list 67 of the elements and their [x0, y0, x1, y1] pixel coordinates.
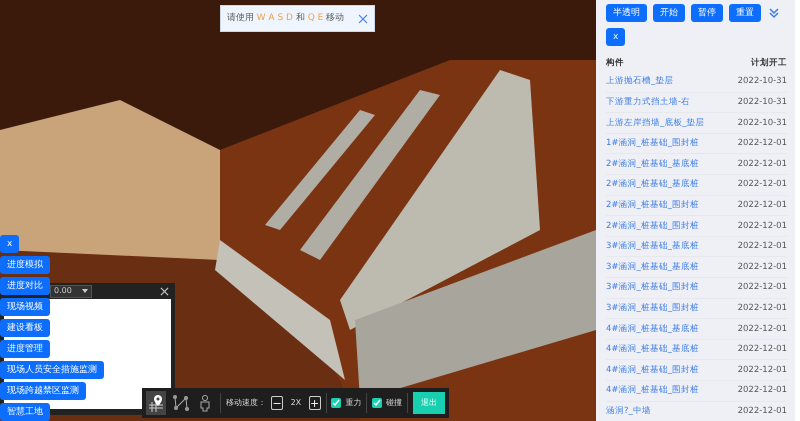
checkbox-label: 重力 — [345, 397, 362, 409]
date-cell: 2022-12-01 — [738, 364, 787, 376]
tool-button[interactable] — [146, 391, 166, 415]
date-cell: 2022-12-01 — [738, 322, 787, 336]
date-cell: 2022-10-31 — [738, 116, 787, 130]
date-cell: 2022-12-01 — [738, 240, 787, 253]
date-cell: 2022-12-01 — [738, 343, 787, 356]
date-cell: 2022-12-01 — [738, 137, 787, 150]
date-cell: 2022-12-01 — [738, 158, 787, 171]
date-cell: 2022-12-01 — [738, 384, 787, 398]
component-link[interactable]: 2#涵洞_桩基础_围封桩 — [606, 198, 700, 212]
column-header: 构件 — [606, 56, 624, 70]
menu-button[interactable]: 建设看板 — [0, 319, 50, 337]
component-link[interactable]: 4#涵洞_桩基础_基底桩 — [606, 343, 700, 356]
component-link[interactable]: 下游重力式挡土墙-右 — [606, 96, 690, 109]
component-link[interactable]: 3#涵洞_桩基础_基底桩 — [606, 260, 700, 274]
component-link[interactable]: 上游抛石槽_垫层 — [606, 75, 674, 88]
action-button[interactable]: 半透明 — [606, 4, 647, 22]
action-button[interactable]: 开始 — [653, 4, 685, 22]
date-cell: 2022-12-01 — [738, 198, 787, 212]
component-link[interactable]: 涵洞?_中墙 — [606, 404, 651, 418]
menu-button[interactable]: 进度对比 — [0, 277, 50, 295]
component-link[interactable]: 2#涵洞_桩基础_基底桩 — [606, 158, 700, 171]
action-button[interactable]: 重置 — [729, 4, 761, 22]
speed-label: 移动速度： — [226, 397, 266, 409]
menu-button[interactable]: 现场视频 — [0, 298, 50, 316]
decrease-button[interactable]: − — [271, 396, 284, 410]
menu-button[interactable]: 进度模拟 — [0, 256, 50, 274]
increase-button[interactable]: + — [308, 396, 321, 410]
component-link[interactable]: 4#涵洞_桩基础_围封桩 — [606, 384, 700, 398]
component-link[interactable]: 上游左岸挡墙_底板_垫层 — [606, 116, 704, 130]
checkbox-label: 碰撞 — [386, 397, 402, 409]
column-header: 计划开工 — [751, 56, 787, 70]
date-cell: 2022-12-01 — [738, 404, 787, 418]
component-link[interactable]: 1#涵洞_桩基础_围封桩 — [606, 137, 700, 150]
hint-text: 请使用 W A S D 和 Q E 移动 — [226, 12, 344, 25]
date-cell: 2022-12-01 — [738, 220, 787, 232]
date-cell: 2022-10-31 — [738, 75, 787, 88]
component-link[interactable]: 3#涵洞_桩基础_基底桩 — [606, 240, 700, 253]
time-dropdown[interactable]: 0.00 — [50, 284, 92, 298]
component-link[interactable]: 2#涵洞_桩基础_围封桩 — [606, 220, 700, 232]
action-button[interactable]: 暂停 — [691, 4, 723, 22]
double-chevron-icon[interactable] — [767, 6, 781, 20]
checkbox[interactable] — [331, 398, 342, 408]
node-path-icon — [172, 394, 190, 412]
pin-grid-icon — [146, 394, 165, 412]
exit-button[interactable]: 退出 — [413, 392, 446, 414]
date-cell: 2022-12-01 — [738, 281, 787, 294]
date-cell: 2022-12-01 — [738, 302, 787, 315]
caret-icon — [82, 289, 88, 293]
close-button[interactable]: x — [0, 235, 20, 253]
component-link[interactable]: 2#涵洞_桩基础_基底桩 — [606, 178, 700, 192]
component-link[interactable]: 3#涵洞_桩基础_围封桩 — [606, 302, 700, 315]
close-button[interactable]: x — [606, 28, 626, 46]
dropdown-value: 0.00 — [54, 285, 72, 297]
component-link[interactable]: 4#涵洞_桩基础_基底桩 — [606, 322, 700, 336]
date-cell: 2022-10-31 — [738, 96, 787, 109]
checkbox[interactable] — [372, 398, 382, 408]
date-cell: 2022-12-01 — [738, 178, 787, 192]
component-link[interactable]: 4#涵洞_桩基础_围封桩 — [606, 364, 700, 376]
menu-button[interactable]: 进度管理 — [0, 340, 50, 358]
speed-value: 2X — [290, 397, 302, 409]
menu-button[interactable]: 现场人员安全措施监测 — [0, 361, 104, 379]
menu-button[interactable]: 现场跨越禁区监测 — [0, 382, 86, 400]
component-link[interactable]: 3#涵洞_桩基础_围封桩 — [606, 281, 700, 294]
menu-button[interactable]: 智慧工地 — [0, 403, 50, 421]
date-cell: 2022-12-01 — [738, 260, 787, 274]
